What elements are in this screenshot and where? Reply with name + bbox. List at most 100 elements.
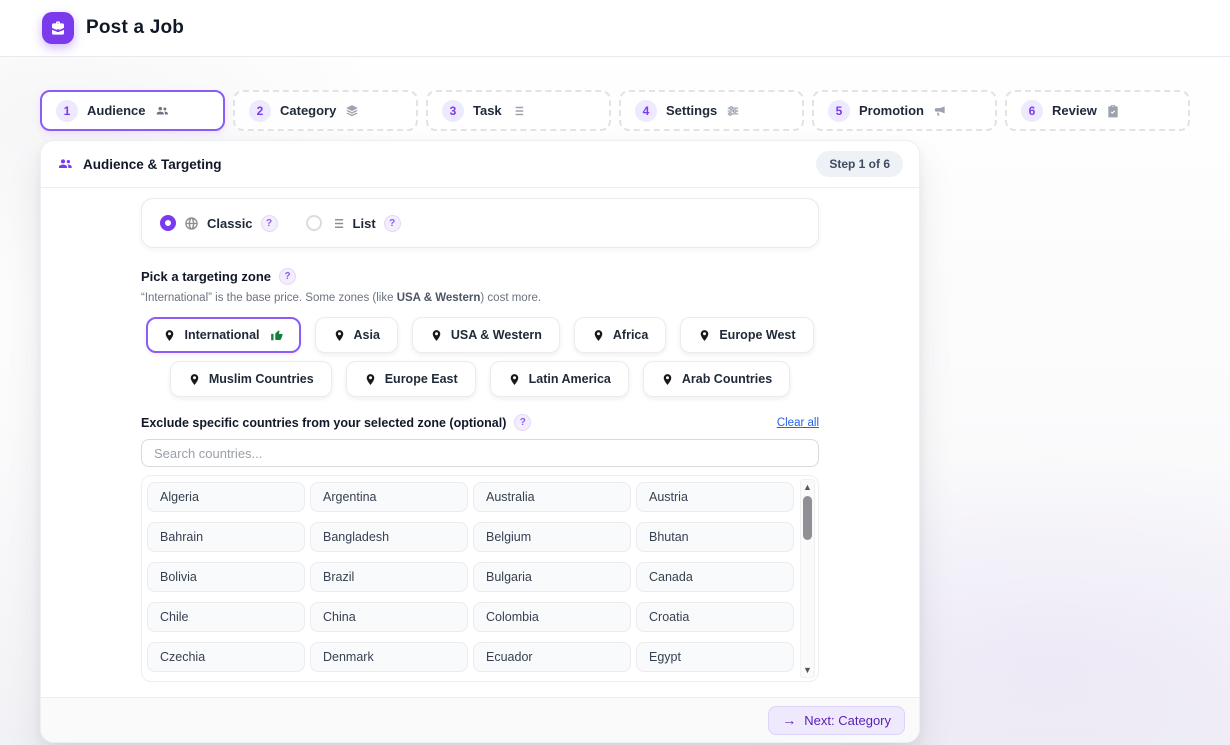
list-bullets-icon <box>330 216 345 231</box>
zone-button-usa-western[interactable]: USA & Western <box>412 317 560 353</box>
zone-label: Muslim Countries <box>209 372 314 386</box>
help-icon-zone[interactable]: ? <box>279 268 296 285</box>
map-pin-icon <box>430 329 443 342</box>
zone-label: Arab Countries <box>682 372 772 386</box>
zone-label: Asia <box>354 328 380 342</box>
country-item[interactable]: Argentina <box>310 482 468 512</box>
zone-label: USA & Western <box>451 328 542 342</box>
help-icon-exclude[interactable]: ? <box>514 414 531 431</box>
country-item[interactable]: Bulgaria <box>473 562 631 592</box>
users-group-icon <box>57 156 73 172</box>
scroll-up-arrow[interactable]: ▲ <box>801 481 814 493</box>
radio-list-unselected[interactable] <box>306 215 322 231</box>
step-label: Task <box>473 103 502 118</box>
radio-classic-selected[interactable] <box>160 215 176 231</box>
zone-label: International <box>184 328 259 342</box>
card-footer: → Next: Category <box>41 697 919 742</box>
sliders-icon <box>726 104 740 118</box>
step-number: 1 <box>56 100 78 122</box>
country-item[interactable]: Colombia <box>473 602 631 632</box>
zone-button-arab-countries[interactable]: Arab Countries <box>643 361 790 397</box>
country-item[interactable]: Bangladesh <box>310 522 468 552</box>
users-icon <box>155 104 169 118</box>
tab-task[interactable]: 3 Task <box>426 90 611 131</box>
map-pin-icon <box>698 329 711 342</box>
step-progress-badge: Step 1 of 6 <box>816 151 903 177</box>
zone-button-africa[interactable]: Africa <box>574 317 666 353</box>
audience-card: Audience & Targeting Step 1 of 6 Classic… <box>40 140 920 743</box>
zone-button-europe-west[interactable]: Europe West <box>680 317 813 353</box>
zone-section-label: Pick a targeting zone <box>141 269 271 284</box>
arrow-right-icon: → <box>782 713 796 727</box>
zone-button-latin-america[interactable]: Latin America <box>490 361 629 397</box>
country-item[interactable]: Chile <box>147 602 305 632</box>
clear-all-link[interactable]: Clear all <box>777 417 819 429</box>
page-title: Post a Job <box>86 17 184 39</box>
zone-button-international[interactable]: International <box>146 317 300 353</box>
country-item[interactable]: China <box>310 602 468 632</box>
country-item[interactable]: Czechia <box>147 642 305 672</box>
country-item[interactable]: Algeria <box>147 482 305 512</box>
zone-label: Latin America <box>529 372 611 386</box>
country-item[interactable]: Bolivia <box>147 562 305 592</box>
scrollbar-thumb[interactable] <box>803 496 812 540</box>
map-pin-icon <box>592 329 605 342</box>
tab-audience[interactable]: 1 Audience <box>40 90 225 131</box>
step-number: 2 <box>249 100 271 122</box>
next-category-button[interactable]: → Next: Category <box>768 706 905 735</box>
mode-label-list: List <box>353 216 376 231</box>
megaphone-icon <box>933 104 947 118</box>
step-number: 6 <box>1021 100 1043 122</box>
help-icon-list[interactable]: ? <box>384 215 401 232</box>
map-pin-icon <box>188 373 201 386</box>
mode-selector: Classic ? List ? <box>141 198 819 248</box>
zone-row-1: International Asia USA & Western Africa <box>141 317 819 353</box>
scroll-down-arrow[interactable]: ▼ <box>801 664 814 676</box>
country-item[interactable]: Denmark <box>310 642 468 672</box>
country-item[interactable]: Australia <box>473 482 631 512</box>
step-number: 4 <box>635 100 657 122</box>
card-header: Audience & Targeting Step 1 of 6 <box>41 141 919 188</box>
map-pin-icon <box>508 373 521 386</box>
country-item[interactable]: Austria <box>636 482 794 512</box>
list-check-icon <box>511 104 525 118</box>
next-button-label: Next: Category <box>804 713 891 728</box>
step-tabs: 1 Audience 2 Category 3 Task 4 Settings <box>40 90 1190 131</box>
country-item[interactable]: Belgium <box>473 522 631 552</box>
zone-label: Europe West <box>719 328 795 342</box>
zone-button-muslim-countries[interactable]: Muslim Countries <box>170 361 332 397</box>
country-item[interactable]: Canada <box>636 562 794 592</box>
globe-icon <box>184 216 199 231</box>
country-item[interactable]: Ecuador <box>473 642 631 672</box>
help-icon-classic[interactable]: ? <box>261 215 278 232</box>
step-number: 5 <box>828 100 850 122</box>
country-item[interactable]: Bahrain <box>147 522 305 552</box>
country-item[interactable]: Brazil <box>310 562 468 592</box>
tab-review[interactable]: 6 Review <box>1005 90 1190 131</box>
thumbs-up-icon <box>270 328 284 342</box>
step-label: Audience <box>87 103 146 118</box>
zone-row-2: Muslim Countries Europe East Latin Ameri… <box>141 361 819 397</box>
mode-label-classic: Classic <box>207 216 253 231</box>
map-pin-icon <box>661 373 674 386</box>
search-countries-input[interactable] <box>141 439 819 467</box>
vertical-scrollbar[interactable]: ▲ ▼ <box>800 479 815 678</box>
tab-settings[interactable]: 4 Settings <box>619 90 804 131</box>
app-header: Post a Job <box>0 0 1230 57</box>
step-label: Settings <box>666 103 717 118</box>
clipboard-icon <box>1106 104 1120 118</box>
briefcase-icon <box>42 12 74 44</box>
zone-button-europe-east[interactable]: Europe East <box>346 361 476 397</box>
tab-category[interactable]: 2 Category <box>233 90 418 131</box>
zone-button-asia[interactable]: Asia <box>315 317 398 353</box>
country-item[interactable]: Croatia <box>636 602 794 632</box>
country-item[interactable]: Bhutan <box>636 522 794 552</box>
country-grid: Algeria Argentina Australia Austria Bahr… <box>147 482 794 682</box>
mode-option-classic[interactable]: Classic ? <box>160 215 278 232</box>
country-item[interactable]: Egypt <box>636 642 794 672</box>
tab-promotion[interactable]: 5 Promotion <box>812 90 997 131</box>
exclude-section-label: Exclude specific countries from your sel… <box>141 416 506 430</box>
mode-option-list[interactable]: List ? <box>306 215 401 232</box>
zone-label: Africa <box>613 328 648 342</box>
card-title: Audience & Targeting <box>83 157 222 172</box>
